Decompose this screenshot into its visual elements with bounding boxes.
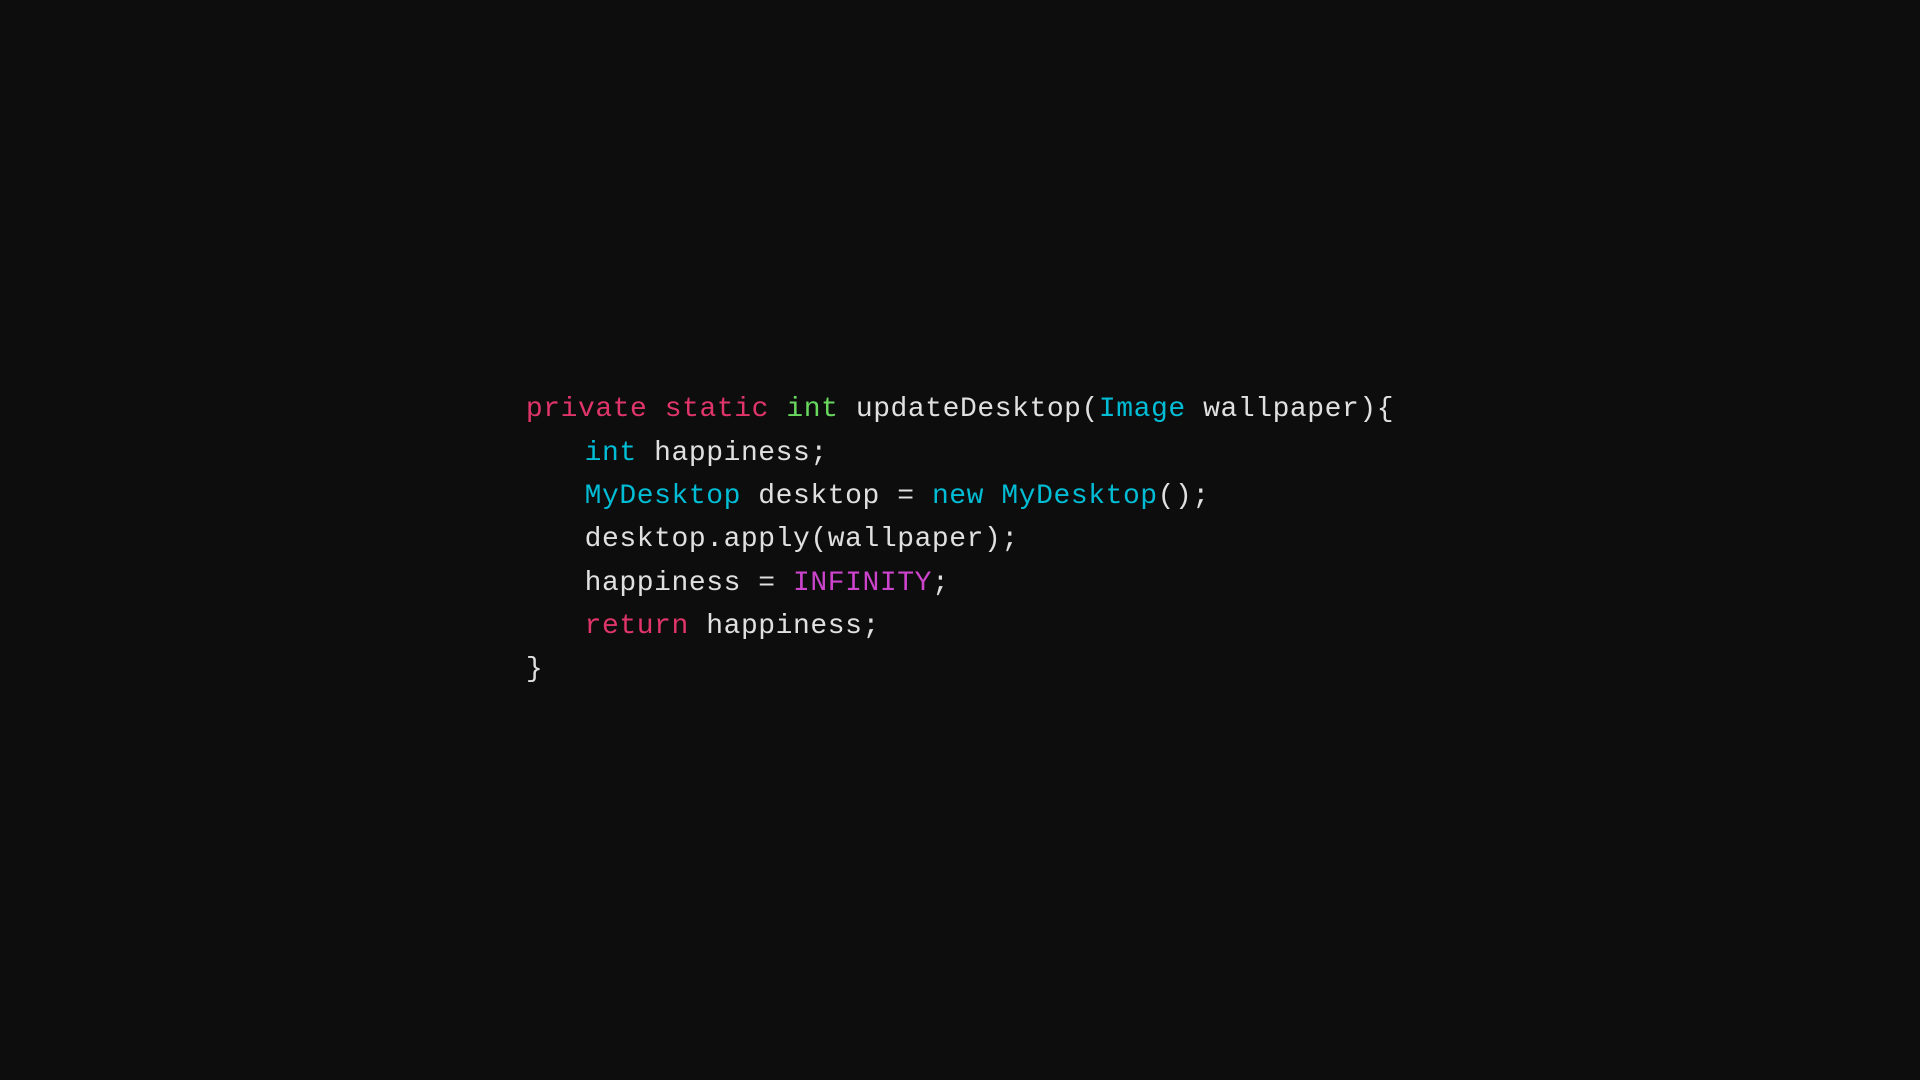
semicolon-5: ; <box>932 562 949 605</box>
var-happiness-decl: happiness; <box>637 432 828 475</box>
code-line-3: MyDesktop desktop = new MyDesktop (); <box>526 475 1394 518</box>
class-mydesktop-1: MyDesktop <box>585 475 741 518</box>
space-3 <box>838 388 855 431</box>
space-1 <box>647 388 664 431</box>
code-line-2: int happiness; <box>526 432 1394 475</box>
var-desktop-assign: desktop = <box>741 475 932 518</box>
keyword-int-2: int <box>585 432 637 475</box>
method-name: updateDesktop( <box>856 388 1099 431</box>
constructor-call: (); <box>1158 475 1210 518</box>
code-line-1: private static int updateDesktop( Image … <box>526 388 1394 431</box>
constant-infinity: INFINITY <box>793 562 932 605</box>
code-line-4: desktop.apply(wallpaper); <box>526 518 1394 561</box>
closing-brace: } <box>526 648 543 691</box>
keyword-return: return <box>585 605 689 648</box>
space-2 <box>769 388 786 431</box>
keyword-int-1: int <box>786 388 838 431</box>
happiness-assign: happiness = <box>585 562 793 605</box>
class-mydesktop-2: MyDesktop <box>1001 475 1157 518</box>
code-display: private static int updateDesktop( Image … <box>526 388 1394 692</box>
code-line-5: happiness = INFINITY ; <box>526 562 1394 605</box>
space-new <box>984 475 1001 518</box>
method-params: wallpaper){ <box>1186 388 1394 431</box>
keyword-private: private <box>526 388 648 431</box>
class-image: Image <box>1099 388 1186 431</box>
keyword-static: static <box>665 388 769 431</box>
code-line-7: } <box>526 648 1394 691</box>
keyword-new: new <box>932 475 984 518</box>
code-line-6: return happiness; <box>526 605 1394 648</box>
return-value: happiness; <box>689 605 880 648</box>
method-call-apply: desktop.apply(wallpaper); <box>585 518 1019 561</box>
